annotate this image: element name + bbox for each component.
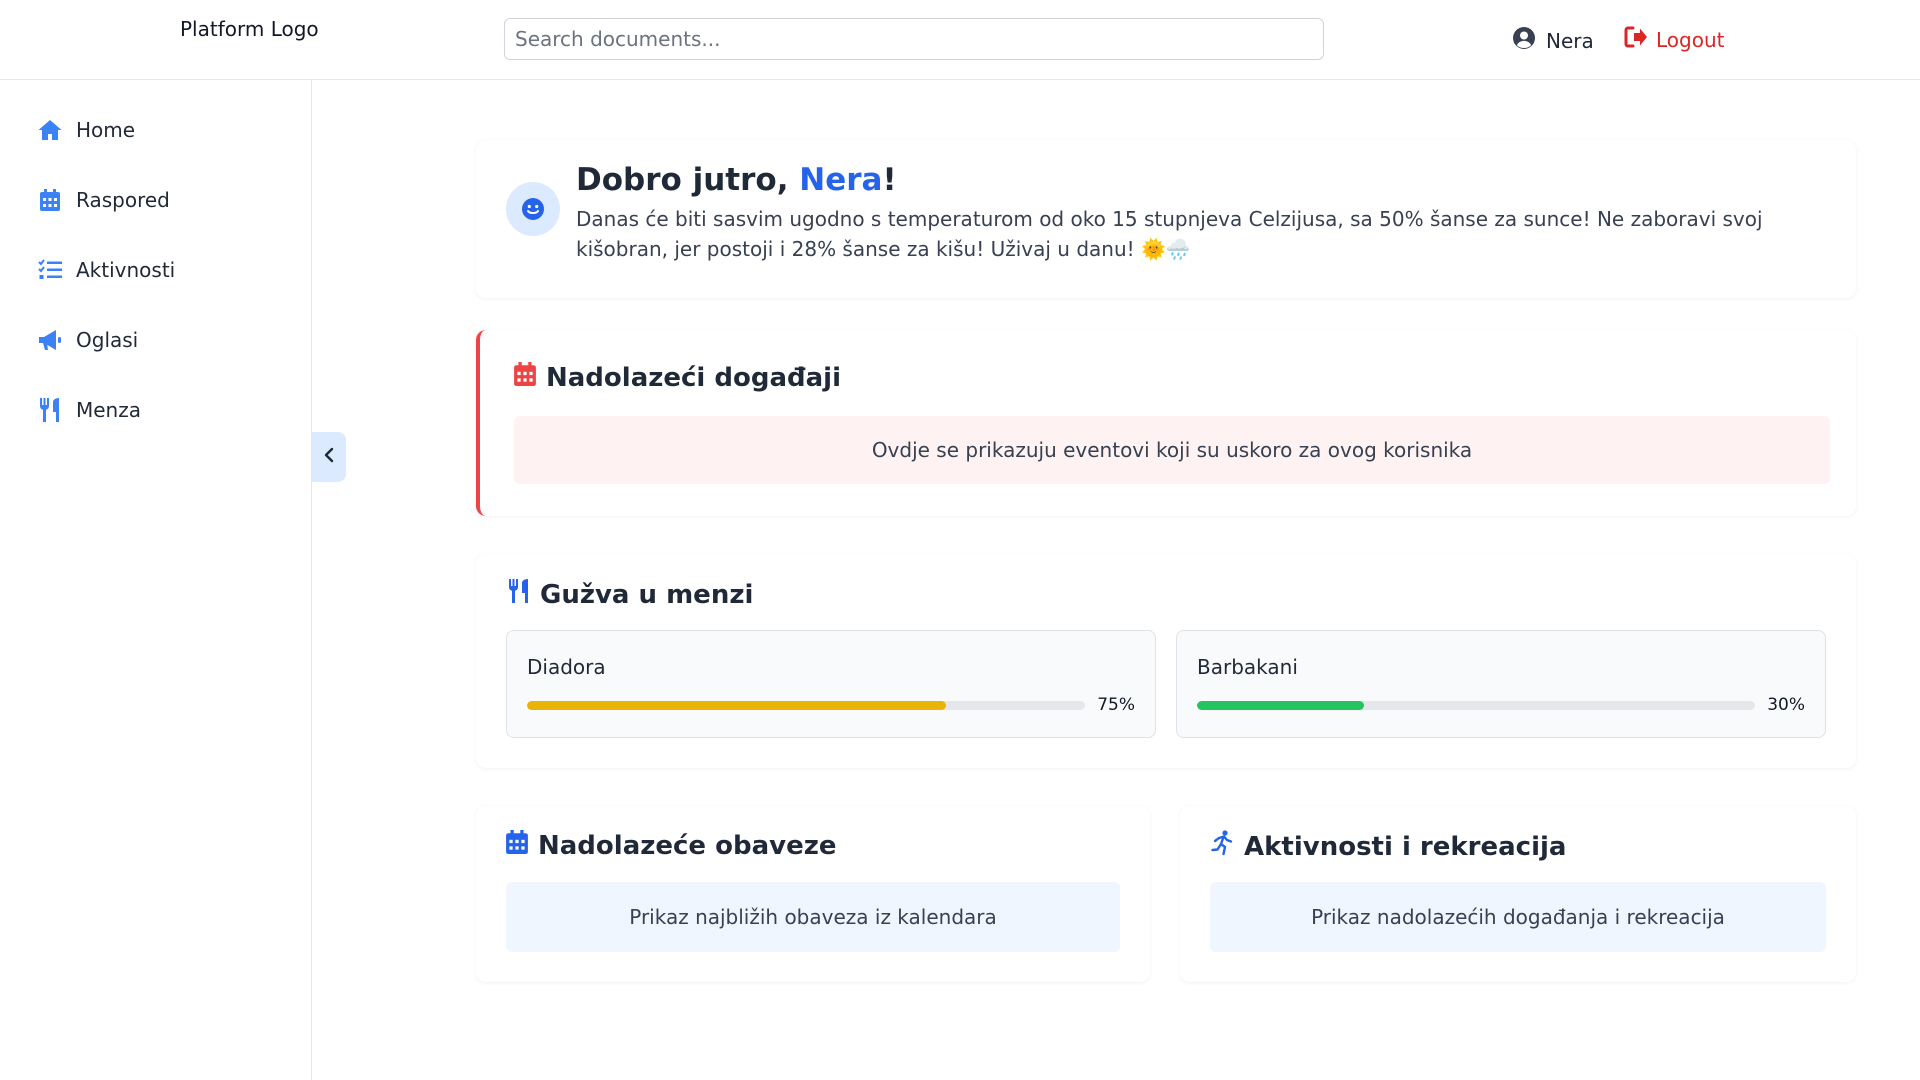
logout-icon — [1624, 26, 1648, 53]
activities-card: Aktivnosti i rekreacija Prikaz nadolazeć… — [1180, 806, 1856, 982]
activities-heading: Aktivnosti i rekreacija — [1210, 830, 1566, 863]
sidebar-item-aktivnosti[interactable]: Aktivnosti — [38, 258, 175, 282]
sidebar-item-label: Home — [76, 118, 136, 142]
smile-icon — [506, 182, 560, 236]
upcoming-obligations-card: Nadolazeće obaveze Prikaz najbližih obav… — [476, 806, 1150, 982]
platform-logo[interactable]: Platform Logo — [180, 17, 319, 41]
megaphone-icon — [38, 328, 62, 352]
chevron-left-icon — [323, 447, 335, 467]
user-circle-icon — [1512, 26, 1536, 55]
calendar-icon — [38, 188, 62, 212]
canteen-barbakani[interactable]: Barbakani 30% — [1176, 630, 1826, 738]
sidebar: Home Raspored Aktivnosti Oglasi Menza — [0, 80, 312, 1080]
crowd-progress-fill — [527, 701, 946, 710]
activities-placeholder: Prikaz nadolazećih događanja i rekreacij… — [1210, 882, 1826, 952]
greeting-name: Nera — [799, 162, 883, 198]
list-check-icon — [38, 258, 62, 282]
greeting-card: Dobro jutro, Nera! Danas će biti sasvim … — [476, 140, 1856, 298]
obligations-title: Nadolazeće obaveze — [538, 830, 837, 861]
sidebar-item-label: Menza — [76, 398, 141, 422]
sidebar-item-oglasi[interactable]: Oglasi — [38, 328, 138, 352]
utensils-icon — [38, 398, 62, 422]
sidebar-collapse-button[interactable] — [312, 432, 346, 482]
menza-heading: Gužva u menzi — [508, 578, 753, 611]
obligations-placeholder: Prikaz najbližih obaveza iz kalendara — [506, 882, 1120, 952]
greeting-title: Dobro jutro, Nera! — [576, 162, 897, 198]
canteen-diadora[interactable]: Diadora 75% — [506, 630, 1156, 738]
upcoming-events-card: Nadolazeći događaji Ovdje se prikazuju e… — [476, 330, 1856, 516]
activities-title: Aktivnosti i rekreacija — [1244, 831, 1567, 862]
user-name: Nera — [1546, 28, 1594, 53]
events-placeholder: Ovdje se prikazuju eventovi koji su usko… — [514, 416, 1830, 484]
sidebar-item-menza[interactable]: Menza — [38, 398, 141, 422]
menza-title: Gužva u menzi — [540, 579, 754, 610]
crowd-progress-fill — [1197, 701, 1365, 710]
utensils-icon — [508, 578, 530, 611]
sidebar-item-home[interactable]: Home — [38, 118, 135, 142]
greeting-prefix: Dobro jutro, — [576, 162, 800, 198]
top-header: Platform Logo Nera Logout — [0, 0, 1920, 80]
search-input[interactable] — [504, 18, 1324, 60]
sidebar-item-label: Raspored — [76, 188, 170, 212]
sidebar-item-label: Aktivnosti — [76, 258, 176, 282]
user-menu[interactable]: Nera — [1512, 26, 1594, 55]
logout-button[interactable]: Logout — [1624, 26, 1724, 53]
weather-message: Danas će biti sasvim ugodno s temperatur… — [576, 207, 1763, 261]
crowd-percent: 30% — [1767, 695, 1805, 715]
obligations-heading: Nadolazeće obaveze — [506, 830, 836, 861]
calendar-icon — [506, 830, 528, 861]
sidebar-item-raspored[interactable]: Raspored — [38, 188, 170, 212]
home-icon — [38, 118, 62, 142]
sidebar-item-label: Oglasi — [76, 328, 139, 352]
logout-label: Logout — [1656, 27, 1725, 52]
events-heading: Nadolazeći događaji — [514, 362, 841, 393]
events-title: Nadolazeći događaji — [546, 362, 841, 393]
crowd-progress-track — [1197, 701, 1755, 710]
running-icon — [1210, 830, 1234, 863]
canteen-name: Diadora — [527, 655, 606, 679]
crowd-progress-track — [527, 701, 1085, 710]
crowd-percent: 75% — [1097, 695, 1135, 715]
canteen-crowd-card: Gužva u menzi Diadora 75% Barbakani 30% — [476, 554, 1856, 768]
greeting-suffix: ! — [882, 162, 897, 198]
calendar-icon — [514, 362, 536, 393]
canteen-name: Barbakani — [1197, 655, 1298, 679]
